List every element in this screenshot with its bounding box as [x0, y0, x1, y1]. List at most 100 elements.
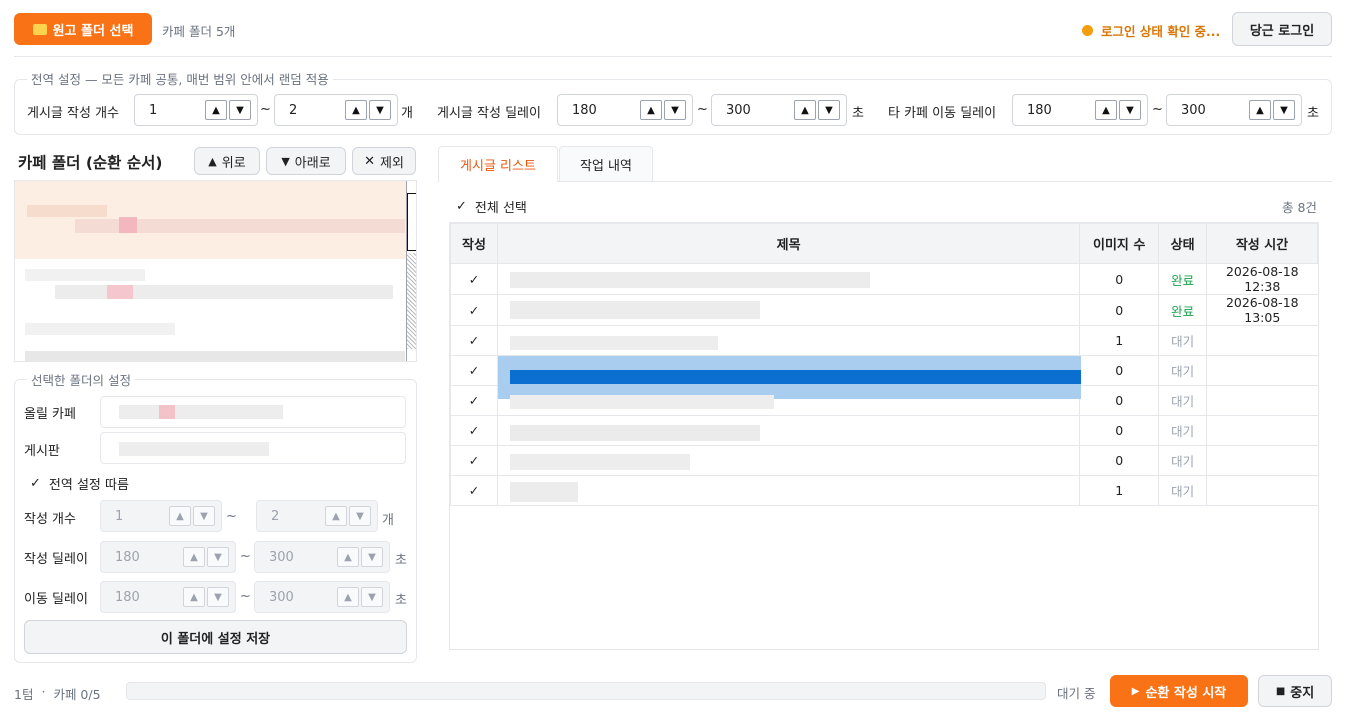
row-checkbox[interactable]: ✓ [450, 415, 498, 446]
row-checkbox[interactable]: ✓ [450, 355, 498, 386]
cafe-progress: 카페 0/5 [53, 687, 101, 702]
decrement-icon[interactable]: ▼ [361, 587, 383, 607]
list-item[interactable] [25, 323, 175, 335]
decrement-icon[interactable]: ▼ [229, 100, 251, 120]
increment-icon[interactable]: ▲ [337, 547, 359, 567]
post-count-min-input[interactable]: 1 ▲ ▼ [134, 94, 258, 126]
row-checkbox[interactable]: ✓ [450, 475, 498, 506]
increment-icon[interactable]: ▲ [183, 547, 205, 567]
post-delay-min-input[interactable]: 180 ▲ ▼ [557, 94, 693, 126]
count-max-input[interactable]: 2 ▲ ▼ [256, 500, 378, 532]
row-title [496, 325, 1080, 356]
increment-icon[interactable]: ▲ [345, 100, 367, 120]
table-row[interactable]: ✓ 0 대기 [450, 385, 1318, 416]
row-title [496, 263, 1080, 295]
row-checkbox[interactable]: ✓ [450, 263, 498, 295]
table-row[interactable]: ✓ 0 대기 [450, 445, 1318, 476]
row-checkbox[interactable]: ✓ [450, 325, 498, 356]
tab-divider [438, 181, 1332, 182]
post-count-max-input[interactable]: 2 ▲ ▼ [274, 94, 398, 126]
range-tilde: ~ [240, 589, 251, 604]
post-delay-max-input[interactable]: 300 ▲ ▼ [711, 94, 847, 126]
delay-unit: 초 [395, 553, 407, 568]
table-row[interactable]: ✓ 0 완료 2026-08-18 12:38 [450, 263, 1318, 295]
move-down-button[interactable]: ▼ 아래로 [266, 147, 346, 175]
increment-icon[interactable]: ▲ [1249, 100, 1271, 120]
divider [14, 56, 1332, 57]
increment-icon[interactable]: ▲ [794, 100, 816, 120]
move-max-input[interactable]: 300 ▲ ▼ [254, 581, 390, 613]
move-min-input[interactable]: 180 ▲ ▼ [100, 581, 236, 613]
table-row-selected[interactable]: ✓ 0 대기 [450, 355, 1318, 399]
column-header-title[interactable]: 제목 [496, 223, 1081, 264]
count-unit: 개 [382, 513, 394, 528]
select-all-checkbox[interactable]: ✓ 전체 선택 [456, 197, 527, 216]
column-header-time[interactable]: 작성 시간 [1206, 223, 1318, 264]
stop-button[interactable]: ■ 중지 [1258, 675, 1332, 707]
increment-icon[interactable]: ▲ [183, 587, 205, 607]
increment-icon[interactable]: ▲ [640, 100, 662, 120]
row-status: 대기 [1158, 325, 1207, 356]
login-button[interactable]: 당근 로그인 [1232, 12, 1332, 46]
board-select[interactable] [100, 432, 406, 464]
row-status: 대기 [1158, 475, 1207, 506]
row-checkbox[interactable]: ✓ [450, 385, 498, 416]
decrement-icon[interactable]: ▼ [349, 506, 371, 526]
tab-posts[interactable]: 게시글 리스트 [438, 146, 558, 182]
row-time [1206, 415, 1318, 446]
row-time [1206, 355, 1318, 386]
decrement-icon[interactable]: ▼ [1273, 100, 1295, 120]
decrement-icon[interactable]: ▼ [193, 506, 215, 526]
folder-list[interactable] [14, 180, 417, 362]
increment-icon[interactable]: ▲ [169, 506, 191, 526]
start-button[interactable]: ▶ 순환 작성 시작 [1110, 675, 1248, 707]
column-header-status[interactable]: 상태 [1158, 223, 1208, 264]
decrement-icon[interactable]: ▼ [207, 547, 229, 567]
decrement-icon[interactable]: ▼ [818, 100, 840, 120]
table-row[interactable]: ✓ 0 대기 [450, 415, 1318, 446]
redacted-text [107, 285, 133, 299]
increment-icon[interactable]: ▲ [325, 506, 347, 526]
increment-icon[interactable]: ▲ [337, 587, 359, 607]
list-item-selected[interactable] [15, 181, 407, 259]
move-delay-max-input[interactable]: 300 ▲ ▼ [1166, 94, 1302, 126]
select-folder-button[interactable]: 원고 폴더 선택 [14, 13, 152, 45]
decrement-icon[interactable]: ▼ [664, 100, 686, 120]
decrement-icon[interactable]: ▼ [207, 587, 229, 607]
table-row[interactable]: ✓ 1 대기 [450, 325, 1318, 356]
move-up-button[interactable]: ▲ 위로 [194, 147, 260, 175]
cafe-select[interactable] [100, 396, 406, 428]
list-item[interactable] [55, 285, 393, 299]
column-header-write[interactable]: 작성 [450, 223, 498, 264]
separator: · [41, 684, 46, 699]
global-settings-legend: 전역 설정 — 모든 카페 공통, 매번 범위 안에서 랜덤 적용 [27, 69, 333, 88]
delay-max-input[interactable]: 300 ▲ ▼ [254, 541, 390, 573]
increment-icon[interactable]: ▲ [205, 100, 227, 120]
redacted-text [509, 370, 1081, 384]
decrement-icon[interactable]: ▼ [1119, 100, 1141, 120]
table-row[interactable]: ✓ 0 완료 2026-08-18 13:05 [450, 294, 1318, 326]
increment-icon[interactable]: ▲ [1095, 100, 1117, 120]
checkmark-icon: ✓ [468, 271, 480, 287]
tab-history[interactable]: 작업 내역 [559, 146, 653, 182]
count-min-input[interactable]: 1 ▲ ▼ [100, 500, 222, 532]
row-checkbox[interactable]: ✓ [450, 445, 498, 476]
row-checkbox[interactable]: ✓ [450, 294, 498, 326]
scrollbar[interactable] [406, 181, 416, 361]
follow-global-checkbox[interactable]: ✓ 전역 설정 따름 [30, 474, 129, 493]
decrement-icon[interactable]: ▼ [369, 100, 391, 120]
move-delay-min-input[interactable]: 180 ▲ ▼ [1012, 94, 1148, 126]
tab-active-gap [439, 181, 557, 183]
row-status: 대기 [1158, 355, 1207, 386]
remove-button[interactable]: ✕ 제외 [352, 147, 416, 175]
list-item[interactable] [25, 269, 145, 281]
scrollbar-thumb[interactable] [407, 193, 416, 251]
scrollbar-track[interactable] [407, 253, 416, 349]
row-title [496, 475, 1080, 506]
column-header-images[interactable]: 이미지 수 [1079, 223, 1160, 264]
list-item[interactable] [25, 351, 405, 361]
save-folder-settings-button[interactable]: 이 폴더에 설정 저장 [24, 620, 407, 654]
decrement-icon[interactable]: ▼ [361, 547, 383, 567]
delay-min-input[interactable]: 180 ▲ ▼ [100, 541, 236, 573]
table-row[interactable]: ✓ 1 대기 [450, 475, 1318, 506]
